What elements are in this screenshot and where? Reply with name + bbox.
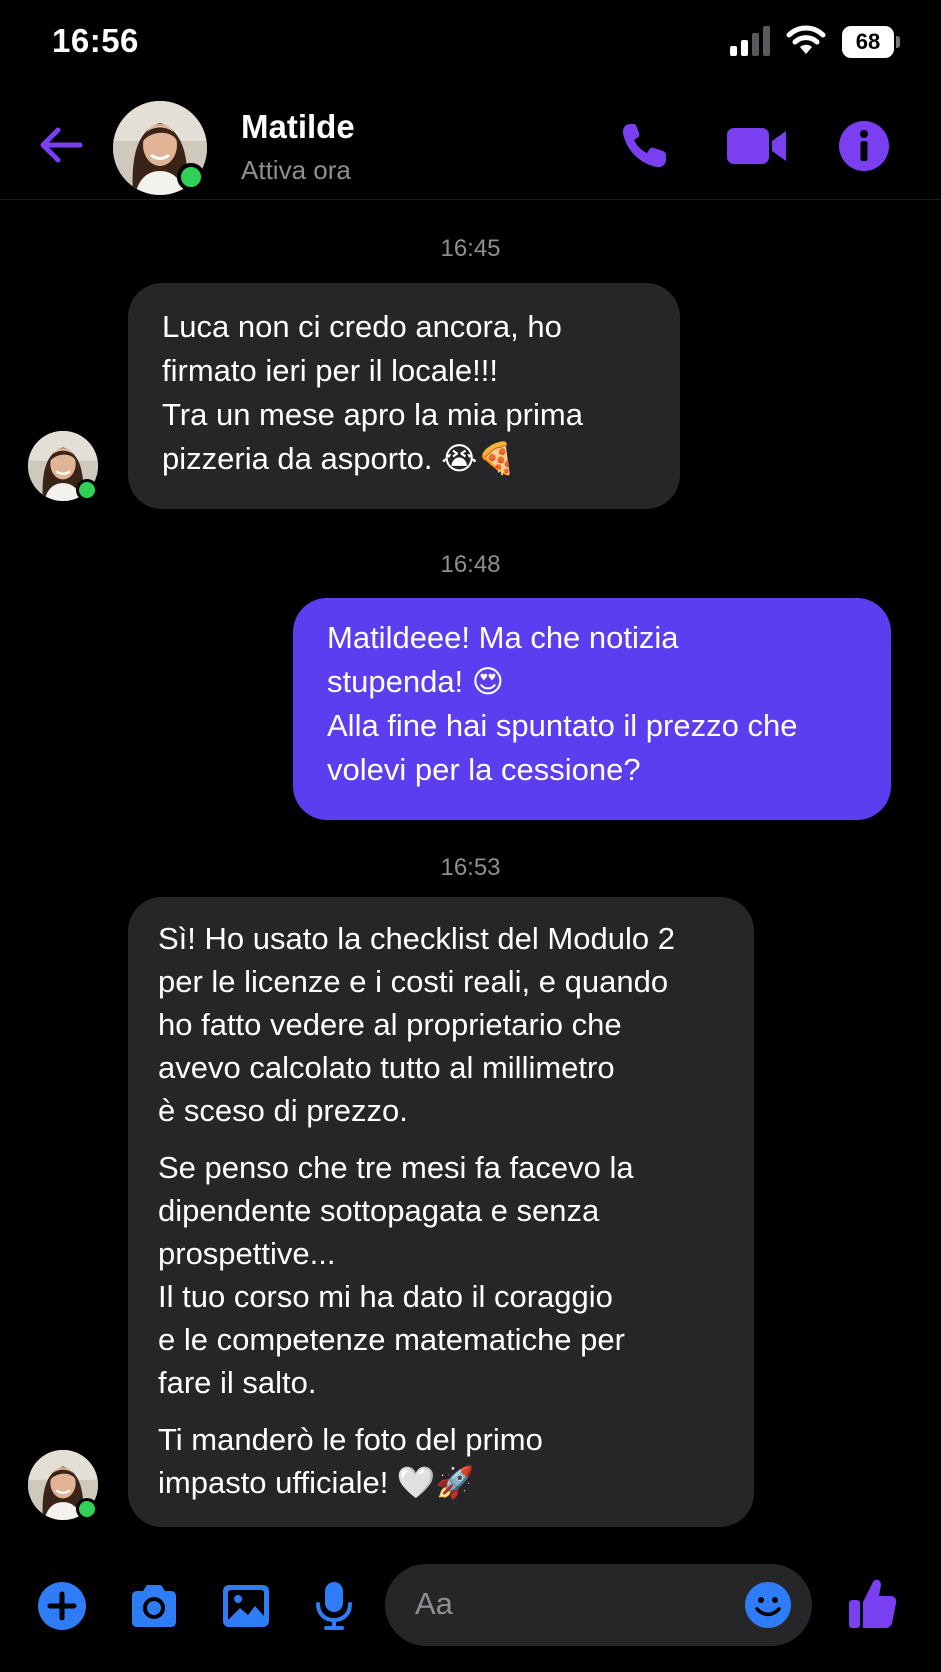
contact-name[interactable]: Matilde — [241, 108, 355, 146]
outgoing-message-bubble[interactable]: Matildeee! Ma che notizia stupenda! 😍 Al… — [293, 598, 891, 820]
message-line: volevi per la cessione? — [327, 752, 641, 787]
online-indicator — [177, 163, 205, 191]
contact-status: Attiva ora — [241, 155, 351, 185]
online-indicator — [76, 1498, 98, 1520]
incoming-message-bubble[interactable]: Luca non ci credo ancora, ho firmato ier… — [128, 283, 680, 509]
phone-icon[interactable] — [616, 118, 672, 174]
message-line: fare il salto. — [158, 1365, 317, 1400]
wifi-icon — [786, 25, 826, 54]
incoming-message-bubble[interactable]: Sì! Ho usato la checklist del Modulo 2 p… — [128, 897, 754, 1527]
message-line: Luca non ci credo ancora, ho — [162, 309, 562, 344]
status-bar: 16:56 68 — [0, 0, 941, 86]
contact-avatar-small[interactable] — [28, 431, 98, 501]
cellular-signal-icon — [730, 26, 770, 56]
plus-icon[interactable] — [36, 1580, 88, 1632]
message-timestamp: 16:48 — [440, 551, 501, 578]
message-line: Tra un mese apro la mia prima — [162, 397, 583, 432]
info-icon[interactable] — [836, 118, 892, 174]
microphone-icon[interactable] — [308, 1580, 360, 1632]
message-line: dipendente sottopagata e senza — [158, 1193, 600, 1228]
message-line: Sì! Ho usato la checklist del Modulo 2 — [158, 921, 675, 956]
gallery-icon[interactable] — [220, 1580, 272, 1632]
message-line: Ti manderò le foto del primo — [158, 1422, 543, 1457]
message-line: Se penso che tre mesi fa facevo la — [158, 1150, 634, 1185]
thumbs-up-icon[interactable] — [846, 1576, 898, 1632]
message-timestamp: 16:45 — [440, 235, 501, 262]
message-input[interactable]: Aa — [385, 1564, 812, 1646]
battery-level: 68 — [842, 26, 894, 58]
message-timestamp: 16:53 — [440, 854, 501, 881]
message-line: avevo calcolato tutto al millimetro — [158, 1050, 615, 1085]
message-line: e le competenze matematiche per — [158, 1322, 625, 1357]
message-input-placeholder: Aa — [415, 1586, 453, 1621]
message-line: ho fatto vedere al proprietario che — [158, 1007, 622, 1042]
message-composer: Aa — [0, 1556, 941, 1656]
message-line: prospettive... — [158, 1236, 336, 1271]
message-line: Il tuo corso mi ha dato il coraggio — [158, 1279, 613, 1314]
message-line: è sceso di prezzo. — [158, 1093, 408, 1128]
chat-header: Matilde Attiva ora — [0, 90, 941, 200]
camera-icon[interactable] — [128, 1580, 180, 1632]
battery-icon: 68 — [842, 26, 900, 58]
video-camera-icon[interactable] — [724, 118, 790, 174]
contact-avatar-small[interactable] — [28, 1450, 98, 1520]
online-indicator — [76, 479, 98, 501]
message-line: Matildeee! Ma che notizia — [327, 620, 679, 655]
message-line: firmato ieri per il locale!!! — [162, 353, 498, 388]
back-arrow-icon[interactable] — [36, 120, 86, 170]
emoji-icon[interactable] — [743, 1580, 793, 1630]
message-line: stupenda! 😍 — [327, 664, 505, 699]
message-line: per le licenze e i costi reali, e quando — [158, 964, 669, 999]
message-line: pizzeria da asporto. 😭🍕 — [162, 441, 516, 476]
status-time: 16:56 — [52, 22, 139, 59]
contact-avatar[interactable] — [113, 101, 207, 195]
message-line: impasto ufficiale! 🤍🚀 — [158, 1465, 475, 1500]
message-line: Alla fine hai spuntato il prezzo che — [327, 708, 798, 743]
